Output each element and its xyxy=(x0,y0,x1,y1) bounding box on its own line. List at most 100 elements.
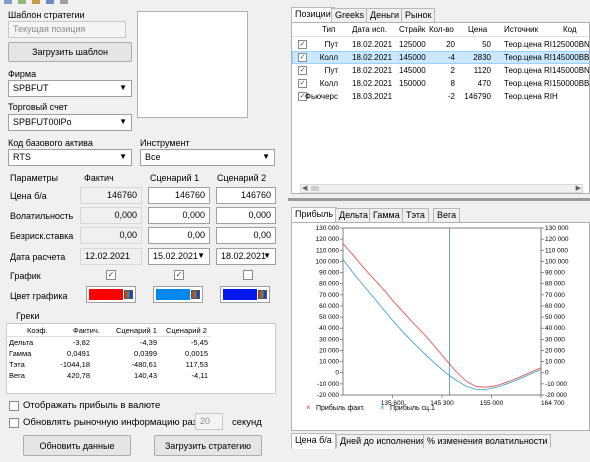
vol-s1[interactable]: 0,000 xyxy=(148,207,210,224)
scroll-right-icon[interactable]: ▶ xyxy=(576,184,581,192)
params-header-s2: Сценарий 2 xyxy=(217,173,267,183)
splitter[interactable] xyxy=(288,198,590,201)
tab-gamma[interactable]: Гамма xyxy=(369,208,404,222)
tab-price-underlying[interactable]: Цена б/а xyxy=(291,433,336,449)
account-value: SPBFUT00lPo xyxy=(13,117,72,127)
cell-code: RIH xyxy=(544,92,558,101)
tab-volatility-change[interactable]: % изменения волатильности xyxy=(423,434,552,448)
tab-money[interactable]: Деньги xyxy=(366,8,404,22)
cell-qty: 8 xyxy=(450,79,455,88)
color-s1-picker[interactable] xyxy=(153,286,203,303)
cell-source: Теор.цена xyxy=(504,53,542,62)
row-checkbox[interactable]: ✓ xyxy=(298,53,307,62)
params-header-actual: Фактич xyxy=(84,173,114,183)
update-data-button[interactable]: Обновить данные xyxy=(23,435,131,456)
y-tick-label-right: 20 000 xyxy=(545,347,565,354)
date-s1-picker[interactable]: 15.02.2021 ▼ xyxy=(148,248,210,265)
cell-price: 470 xyxy=(477,79,491,88)
scroll-left-icon[interactable]: ◀ xyxy=(302,184,307,192)
col-source: Источник xyxy=(504,25,539,34)
chevron-down-icon: ▼ xyxy=(197,251,205,260)
greek-name: Вега xyxy=(9,371,25,380)
vol-s2[interactable]: 0,000 xyxy=(216,207,276,224)
y-tick-label-left: 80 000 xyxy=(319,281,339,288)
greeks-title: Греки xyxy=(16,311,40,321)
color-s2-picker[interactable] xyxy=(220,286,270,303)
y-tick-label-left: -10 000 xyxy=(317,381,339,388)
greek-name: Дельта xyxy=(9,338,34,347)
account-select[interactable]: SPBFUT00lPo ▼ xyxy=(8,114,132,131)
y-tick-label-right: 120 000 xyxy=(545,236,569,243)
tab-theta[interactable]: Тэта xyxy=(402,208,429,222)
row-checkbox[interactable]: ✓ xyxy=(298,66,307,75)
graph-actual-checkbox[interactable]: ✓ xyxy=(106,270,116,280)
cell-type: Пут xyxy=(324,40,338,49)
table-row[interactable]: ✓ Фьючерс 18.03.2021 -2 146790 Теор.цена… xyxy=(292,91,589,103)
tab-market[interactable]: Рынок xyxy=(401,8,436,22)
y-tick-label-right: -10 000 xyxy=(545,381,567,388)
rate-s2[interactable]: 0,00 xyxy=(216,227,276,244)
greek-actual: -3,82 xyxy=(72,338,90,347)
load-template-button[interactable]: Загрузить шаблон xyxy=(8,42,132,62)
show-profit-currency-checkbox[interactable] xyxy=(9,401,19,411)
y-tick-label-right: 100 000 xyxy=(545,258,569,265)
refresh-icon[interactable] xyxy=(46,0,54,4)
current-position-field[interactable]: Текущая позиция xyxy=(8,21,126,38)
settings-icon[interactable] xyxy=(60,0,68,4)
y-tick-label-left: 60 000 xyxy=(319,303,339,310)
horizontal-scrollbar[interactable]: ◀ ▶ xyxy=(300,184,583,193)
load-strategy-button[interactable]: Загрузить стратегию xyxy=(154,435,262,456)
cell-type: Колл xyxy=(319,53,338,62)
cell-date: 18.02.2021 xyxy=(352,79,393,88)
show-profit-currency-label: Отображать прибыль в валюте xyxy=(23,400,161,411)
price-s1[interactable]: 146760 xyxy=(148,187,210,204)
scroll-thumb[interactable] xyxy=(311,186,319,191)
greek-s1: -4,39 xyxy=(139,338,157,347)
price-s2[interactable]: 146760 xyxy=(216,187,276,204)
tab-greeks[interactable]: Greeks xyxy=(331,8,369,22)
y-tick-label-right: 40 000 xyxy=(545,325,565,332)
table-row[interactable]: ✓ Колл 18.02.2021 150000 8 470 Теор.цена… xyxy=(292,78,589,90)
graph-s2-checkbox[interactable] xyxy=(243,270,253,280)
date-s2-picker[interactable]: 18.02.2021 ▼ xyxy=(216,248,276,265)
row-checkbox[interactable]: ✓ xyxy=(298,40,307,49)
cell-price: 2830 xyxy=(473,53,491,62)
tab-days-to-expiry[interactable]: Дней до исполнения xyxy=(336,434,430,448)
y-tick-label-left: 50 000 xyxy=(319,314,339,321)
base-asset-select[interactable]: RTS ▼ xyxy=(8,149,132,166)
cell-source: Теор.цена xyxy=(504,79,542,88)
palette-icon xyxy=(258,290,267,299)
firm-label: Фирма xyxy=(8,69,37,79)
firm-select[interactable]: SPBFUT ▼ xyxy=(8,80,132,97)
save-icon[interactable] xyxy=(18,0,26,4)
y-tick-label-left: 120 000 xyxy=(316,236,340,243)
tab-delta[interactable]: Дельта xyxy=(335,208,373,222)
instrument-select[interactable]: Все ▼ xyxy=(140,149,275,166)
update-interval-input[interactable]: 20 xyxy=(195,413,223,430)
graph-label: График xyxy=(10,271,41,281)
table-row[interactable]: ✓ Пут 18.02.2021 125000 20 50 Теор.цена … xyxy=(292,39,589,51)
y-tick-label-left: -20 000 xyxy=(317,392,339,399)
rate-s1[interactable]: 0,00 xyxy=(148,227,210,244)
table-row[interactable]: ✓ Пут 18.02.2021 145000 2 1120 Теор.цена… xyxy=(292,65,589,77)
y-tick-label-right: 60 000 xyxy=(545,303,565,310)
row-checkbox[interactable]: ✓ xyxy=(298,79,307,88)
graph-s1-checkbox[interactable]: ✓ xyxy=(174,270,184,280)
firm-value: SPBFUT xyxy=(13,83,49,93)
greek-s1: 0,0399 xyxy=(134,349,157,358)
col-type: Тип xyxy=(322,25,336,34)
seconds-label: секунд xyxy=(232,417,262,428)
cell-type: Фьючерс xyxy=(304,92,338,101)
cell-date: 18.03.2021 xyxy=(352,92,393,101)
tab-vega[interactable]: Вега xyxy=(433,208,461,222)
tab-positions[interactable]: Позиции xyxy=(291,7,335,23)
tab-profit[interactable]: Прибыль xyxy=(291,207,338,223)
update-market-checkbox[interactable] xyxy=(9,418,19,428)
chevron-down-icon: ▼ xyxy=(119,152,127,161)
color-actual-picker[interactable] xyxy=(86,286,136,303)
update-market-label: Обновлять рыночную информацию раз в xyxy=(23,417,205,428)
table-row-selected[interactable]: ✓ Колл 18.02.2021 145000 -4 2830 Теор.це… xyxy=(292,51,589,64)
chart-panel: 130 000 130 000 120 000 120 000 110 000 110 0… xyxy=(291,222,590,431)
new-icon[interactable] xyxy=(4,0,12,4)
open-icon[interactable] xyxy=(32,0,40,4)
